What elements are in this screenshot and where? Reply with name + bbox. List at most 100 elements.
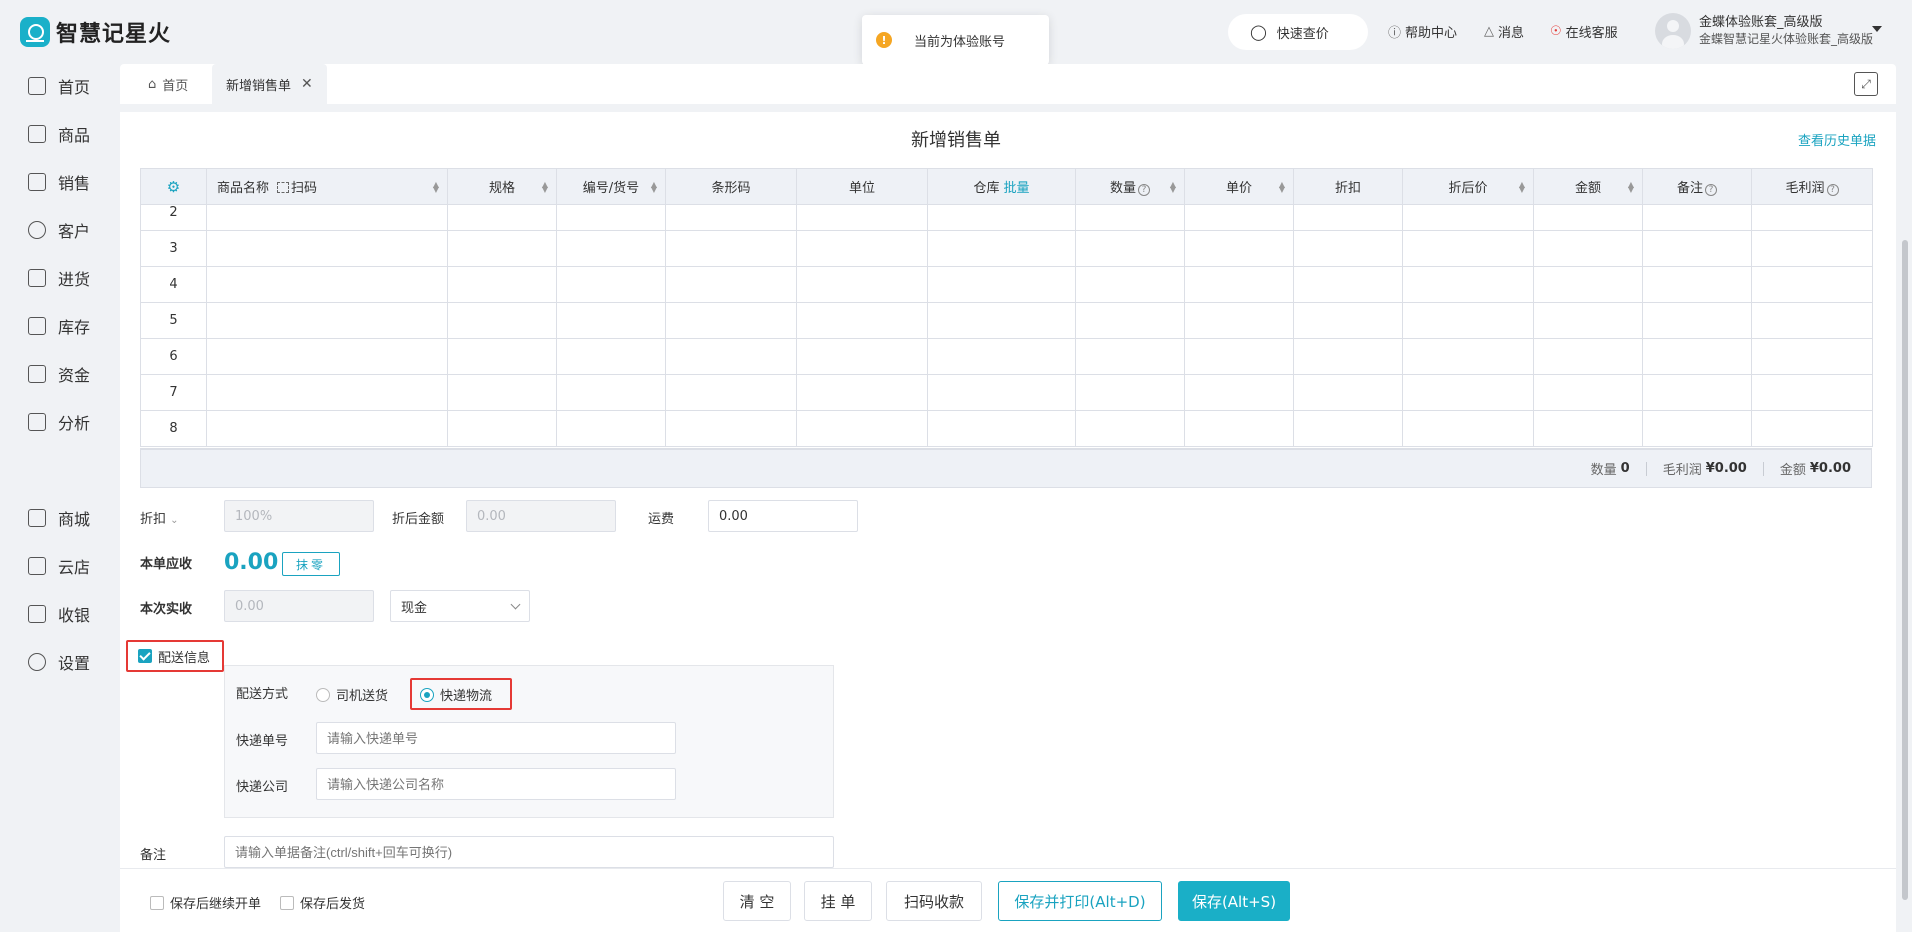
- cell[interactable]: [447, 410, 557, 447]
- sort-icon[interactable]: ▲ ▼: [1519, 181, 1525, 194]
- cell[interactable]: [1751, 338, 1873, 375]
- scrollbar[interactable]: [1902, 240, 1908, 900]
- cell[interactable]: [1293, 374, 1403, 411]
- sort-icon[interactable]: ▲ ▼: [651, 181, 657, 194]
- cell[interactable]: [1642, 374, 1752, 411]
- help-icon[interactable]: ?: [1826, 184, 1839, 196]
- cell[interactable]: [1075, 410, 1185, 447]
- cell[interactable]: [556, 230, 666, 267]
- continue-after-save-checkbox[interactable]: 保存后继续开单: [150, 893, 261, 912]
- cell[interactable]: [796, 266, 928, 303]
- cell[interactable]: [1184, 266, 1294, 303]
- cell[interactable]: [447, 302, 557, 339]
- cell[interactable]: [447, 374, 557, 411]
- cell[interactable]: [1293, 410, 1403, 447]
- cell[interactable]: [927, 410, 1076, 447]
- scan-icon[interactable]: [277, 182, 290, 193]
- column-price[interactable]: 单价 ▲ ▼: [1184, 168, 1294, 205]
- cell[interactable]: [206, 204, 448, 231]
- cell[interactable]: [665, 302, 797, 339]
- column-spec[interactable]: 规格 ▲ ▼: [447, 168, 557, 205]
- cell[interactable]: [1075, 302, 1185, 339]
- cell[interactable]: [1184, 410, 1294, 447]
- tab-home[interactable]: ⌂ 首页: [148, 64, 188, 104]
- cell[interactable]: [1642, 266, 1752, 303]
- cell[interactable]: [796, 302, 928, 339]
- round-off-button[interactable]: 抹零: [282, 552, 340, 576]
- batch-link[interactable]: 批量: [1004, 181, 1030, 196]
- cell[interactable]: [796, 230, 928, 267]
- caret-down-icon[interactable]: [1872, 26, 1882, 32]
- delivery-option-driver[interactable]: 司机送货: [316, 685, 388, 704]
- cell[interactable]: [447, 338, 557, 375]
- delivery-info-checkbox[interactable]: 配送信息: [126, 640, 224, 672]
- scan-label[interactable]: 扫码: [291, 181, 317, 196]
- cell[interactable]: [1293, 204, 1403, 231]
- cell[interactable]: [1402, 266, 1534, 303]
- sidebar-item-settings[interactable]: 设置: [28, 650, 90, 674]
- cell[interactable]: [1533, 204, 1643, 231]
- cell[interactable]: [1533, 410, 1643, 447]
- cell[interactable]: [447, 230, 557, 267]
- table-row[interactable]: 6: [140, 338, 1873, 375]
- sidebar-item-customer[interactable]: 客户: [28, 218, 90, 242]
- cell[interactable]: [665, 374, 797, 411]
- sort-icon[interactable]: ▲ ▼: [433, 181, 439, 194]
- online-support-link[interactable]: ☉ 在线客服: [1550, 22, 1618, 41]
- app-logo[interactable]: 智慧记星火: [20, 16, 171, 48]
- cell[interactable]: [1293, 302, 1403, 339]
- cell[interactable]: [1642, 230, 1752, 267]
- cell[interactable]: [206, 230, 448, 267]
- table-row[interactable]: 5: [140, 302, 1873, 339]
- cell[interactable]: [1184, 302, 1294, 339]
- sort-icon[interactable]: ▲ ▼: [1279, 181, 1285, 194]
- cell[interactable]: [556, 374, 666, 411]
- sidebar-item-inventory[interactable]: 库存: [28, 314, 90, 338]
- cell[interactable]: [1293, 230, 1403, 267]
- remark-input[interactable]: [224, 836, 834, 868]
- cell[interactable]: [206, 374, 448, 411]
- cell[interactable]: [665, 338, 797, 375]
- payment-method-select[interactable]: 现金: [390, 590, 530, 622]
- cell[interactable]: [1402, 302, 1534, 339]
- cell[interactable]: [927, 230, 1076, 267]
- sort-icon[interactable]: ▲ ▼: [1628, 181, 1634, 194]
- cell[interactable]: [1184, 374, 1294, 411]
- cell[interactable]: [1075, 230, 1185, 267]
- cell[interactable]: [927, 302, 1076, 339]
- cell[interactable]: [796, 374, 928, 411]
- cell[interactable]: [1075, 374, 1185, 411]
- table-row[interactable]: 2: [140, 204, 1873, 231]
- column-code[interactable]: 编号/货号 ▲ ▼: [556, 168, 666, 205]
- clear-button[interactable]: 清 空: [723, 881, 791, 921]
- cell[interactable]: [1642, 410, 1752, 447]
- save-and-print-button[interactable]: 保存并打印(Alt+D): [998, 881, 1162, 921]
- close-icon[interactable]: ✕: [301, 76, 313, 92]
- sort-icon[interactable]: ▲ ▼: [1170, 181, 1176, 194]
- sidebar-item-cloud-store[interactable]: 云店: [28, 554, 90, 578]
- table-row[interactable]: 8: [140, 410, 1873, 447]
- cell[interactable]: [206, 266, 448, 303]
- cell[interactable]: [1642, 338, 1752, 375]
- column-amount[interactable]: 金额 ▲ ▼: [1533, 168, 1643, 205]
- cell[interactable]: [1075, 266, 1185, 303]
- cell[interactable]: [1751, 204, 1873, 231]
- table-row[interactable]: 7: [140, 374, 1873, 411]
- cell[interactable]: [1075, 204, 1185, 231]
- help-icon[interactable]: ?: [1705, 184, 1717, 196]
- sort-icon[interactable]: ▲ ▼: [542, 181, 548, 194]
- help-center-link[interactable]: ⓘ 帮助中心: [1388, 22, 1457, 41]
- cell[interactable]: [206, 410, 448, 447]
- tracking-number-input[interactable]: [316, 722, 676, 754]
- express-company-input[interactable]: [316, 768, 676, 800]
- fullscreen-button[interactable]: ⤢: [1854, 72, 1878, 96]
- cell[interactable]: [1293, 266, 1403, 303]
- scan-pay-button[interactable]: 扫码收款: [886, 881, 982, 921]
- cell[interactable]: [1533, 374, 1643, 411]
- hold-order-button[interactable]: 挂 单: [804, 881, 872, 921]
- sidebar-item-home[interactable]: 首页: [28, 74, 90, 98]
- cell[interactable]: [665, 410, 797, 447]
- sidebar-item-goods[interactable]: 商品: [28, 122, 90, 146]
- tab-new-sales-order[interactable]: 新增销售单 ✕: [212, 64, 327, 104]
- cell[interactable]: [556, 410, 666, 447]
